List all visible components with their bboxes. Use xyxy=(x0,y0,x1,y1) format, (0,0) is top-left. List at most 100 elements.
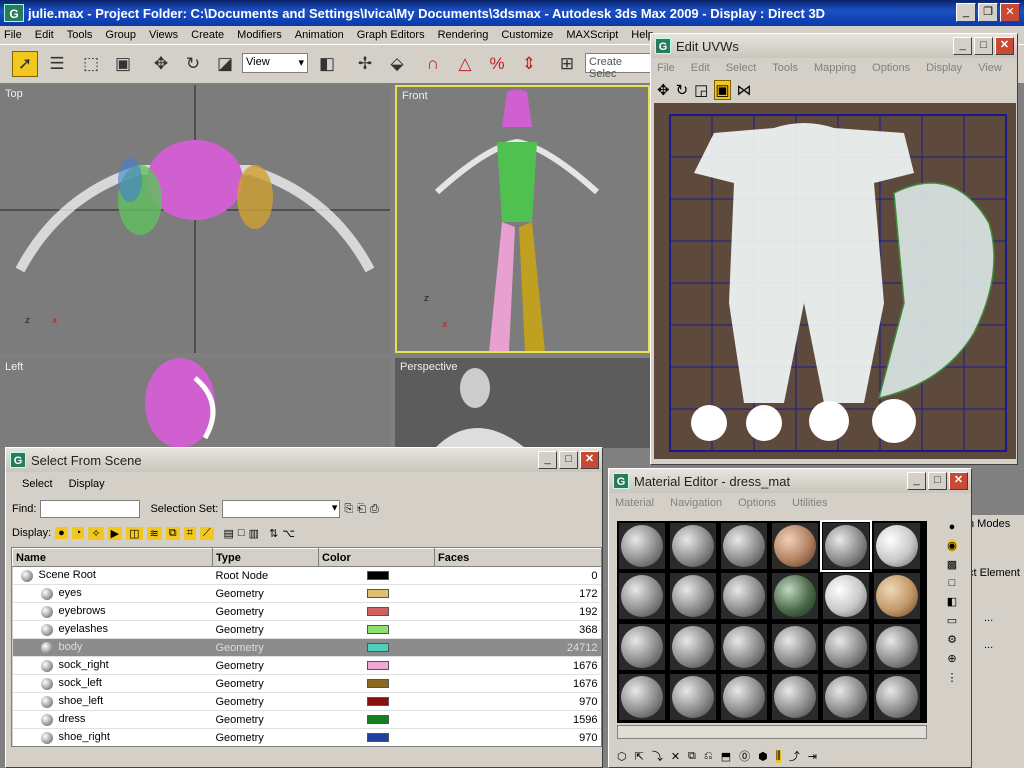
menu-rendering[interactable]: Rendering xyxy=(438,29,489,41)
sfs-menu-display[interactable]: Display xyxy=(69,478,105,490)
rect-selection-icon[interactable]: ⬚ xyxy=(78,51,104,77)
restore-button[interactable]: ❐ xyxy=(978,3,998,22)
display-cameras-icon[interactable]: ▶ xyxy=(107,526,123,540)
display-geometry-icon[interactable]: ● xyxy=(55,527,68,539)
uvw-scale-icon[interactable]: ◲ xyxy=(694,81,708,99)
uvw-canvas[interactable] xyxy=(654,103,1016,459)
edit-uvws-title-bar[interactable]: G Edit UVWs _ □ ✕ xyxy=(651,34,1017,58)
scale-icon[interactable]: ◪ xyxy=(212,51,238,77)
pivot-icon[interactable]: ◧ xyxy=(314,51,340,77)
unique-icon[interactable]: ⎌ xyxy=(704,750,713,763)
material-slot[interactable] xyxy=(720,572,768,621)
uvw-freeform-icon[interactable]: ▣ xyxy=(714,80,731,100)
material-slot[interactable] xyxy=(822,672,870,721)
col-faces[interactable]: Faces xyxy=(434,548,601,567)
material-slot[interactable] xyxy=(618,672,666,721)
assign-material-icon[interactable]: ⤵ xyxy=(652,748,663,764)
menu-maxscript[interactable]: MAXScript xyxy=(566,29,618,41)
material-slot[interactable] xyxy=(618,572,666,621)
display-invert-icon[interactable]: ▥ xyxy=(249,527,259,540)
video-check-icon[interactable]: ◧ xyxy=(947,595,957,608)
material-slot[interactable] xyxy=(873,622,921,671)
object-row[interactable]: sock_right Geometry 1676 xyxy=(12,656,601,675)
menu-tools[interactable]: Tools xyxy=(67,29,93,41)
uvw-close-button[interactable]: ✕ xyxy=(995,37,1014,55)
display-helpers-icon[interactable]: ◫ xyxy=(126,526,143,540)
color-swatch[interactable] xyxy=(367,733,389,743)
mated-menu-options[interactable]: Options xyxy=(738,497,776,509)
uvw-menu-select[interactable]: Select xyxy=(726,62,757,74)
object-row[interactable]: shoe_right Geometry 970 xyxy=(12,728,601,746)
object-row[interactable]: eyebrows Geometry 192 xyxy=(12,602,601,621)
col-color[interactable]: Color xyxy=(318,548,435,567)
material-slot[interactable] xyxy=(720,522,768,570)
material-navigator-icon[interactable]: ⋮ xyxy=(947,671,958,684)
material-slot[interactable] xyxy=(822,622,870,671)
uvw-minimize-button[interactable]: _ xyxy=(953,37,972,55)
snaps-toggle-icon[interactable]: ∩ xyxy=(420,51,446,77)
display-none-icon[interactable]: □ xyxy=(238,527,245,539)
material-slot[interactable] xyxy=(822,572,870,621)
select-by-name-icon[interactable]: ☰ xyxy=(44,51,70,77)
put-library-icon[interactable]: ⬒ xyxy=(721,750,731,763)
selection-set-dropdown[interactable]: ▾ xyxy=(222,500,341,518)
show-map-icon[interactable]: ⬢ xyxy=(758,750,768,763)
uvw-move-icon[interactable]: ✥ xyxy=(657,81,670,99)
window-crossing-icon[interactable]: ▣ xyxy=(110,51,136,77)
object-row[interactable]: eyelashes Geometry 368 xyxy=(12,620,601,639)
uvw-menu-file[interactable]: File xyxy=(657,62,675,74)
percent-snap-icon[interactable]: % xyxy=(484,51,510,77)
angle-snap-icon[interactable]: △ xyxy=(452,51,478,77)
get-material-icon[interactable]: ⬡ xyxy=(617,750,627,763)
material-slot[interactable] xyxy=(669,672,717,721)
uv-tiling-icon[interactable]: □ xyxy=(949,577,956,589)
color-swatch[interactable] xyxy=(367,697,389,707)
sel-set-edit-icon[interactable]: ⎙ xyxy=(370,503,379,516)
spinner-snap-icon[interactable]: ⇕ xyxy=(516,51,542,77)
backlight-icon[interactable]: ◉ xyxy=(947,539,957,552)
material-slot[interactable] xyxy=(820,520,872,572)
menu-group[interactable]: Group xyxy=(105,29,136,41)
background-icon[interactable]: ▩ xyxy=(947,558,957,571)
reset-map-icon[interactable]: ✕ xyxy=(671,750,680,763)
uvw-menu-tools[interactable]: Tools xyxy=(772,62,798,74)
mated-menu-utilities[interactable]: Utilities xyxy=(792,497,827,509)
display-xrefs-icon[interactable]: ⌗ xyxy=(183,526,196,540)
find-input[interactable] xyxy=(40,500,141,518)
object-row[interactable]: hairGeometry 3580 xyxy=(13,747,602,748)
mated-menu-navigation[interactable]: Navigation xyxy=(670,497,722,509)
select-by-material-icon[interactable]: ⊕ xyxy=(947,652,956,665)
uvw-maximize-button[interactable]: □ xyxy=(974,37,993,55)
sample-type-icon[interactable]: ● xyxy=(949,521,956,533)
uvw-menu-mapping[interactable]: Mapping xyxy=(814,62,856,74)
effects-channel-icon[interactable]: ⓪ xyxy=(739,748,750,764)
copy-material-icon[interactable]: ⧉ xyxy=(688,750,696,763)
sfs-maximize-button[interactable]: □ xyxy=(559,451,578,469)
named-selection-field[interactable]: Create Selec xyxy=(585,53,651,80)
display-groups-icon[interactable]: ⧉ xyxy=(165,526,180,540)
go-parent-icon[interactable]: ⤴ xyxy=(789,748,800,764)
display-all-icon[interactable]: ▤ xyxy=(224,527,234,540)
move-icon[interactable]: ✥ xyxy=(148,51,174,77)
select-object-icon[interactable]: ➚ xyxy=(12,51,38,77)
col-name[interactable]: Name xyxy=(12,548,213,567)
sfs-minimize-button[interactable]: _ xyxy=(538,451,557,469)
sfs-menu-select[interactable]: Select xyxy=(22,478,53,490)
put-to-scene-icon[interactable]: ⇱ xyxy=(635,750,644,763)
sfs-close-button[interactable]: ✕ xyxy=(580,451,599,469)
color-swatch[interactable] xyxy=(367,661,389,671)
close-button[interactable]: ✕ xyxy=(1000,3,1020,22)
display-bones-icon[interactable]: ⟋ xyxy=(199,526,214,540)
menu-modifiers[interactable]: Modifiers xyxy=(237,29,282,41)
side-button-1[interactable]: ... xyxy=(984,612,993,624)
options-icon[interactable]: ⚙ xyxy=(947,633,957,646)
object-row[interactable]: body Geometry 24712 xyxy=(12,638,601,657)
material-slot[interactable] xyxy=(771,622,819,671)
mated-minimize-button[interactable]: _ xyxy=(907,472,926,490)
color-swatch[interactable] xyxy=(367,625,389,635)
display-spacewarps-icon[interactable]: ≋ xyxy=(146,526,162,540)
uvw-rotate-icon[interactable]: ↻ xyxy=(676,81,689,99)
object-row[interactable]: shoe_left Geometry 970 xyxy=(12,692,601,711)
viewport-front[interactable]: Front z x xyxy=(395,85,650,353)
sel-set-add-icon[interactable]: ⎘ xyxy=(344,503,353,516)
